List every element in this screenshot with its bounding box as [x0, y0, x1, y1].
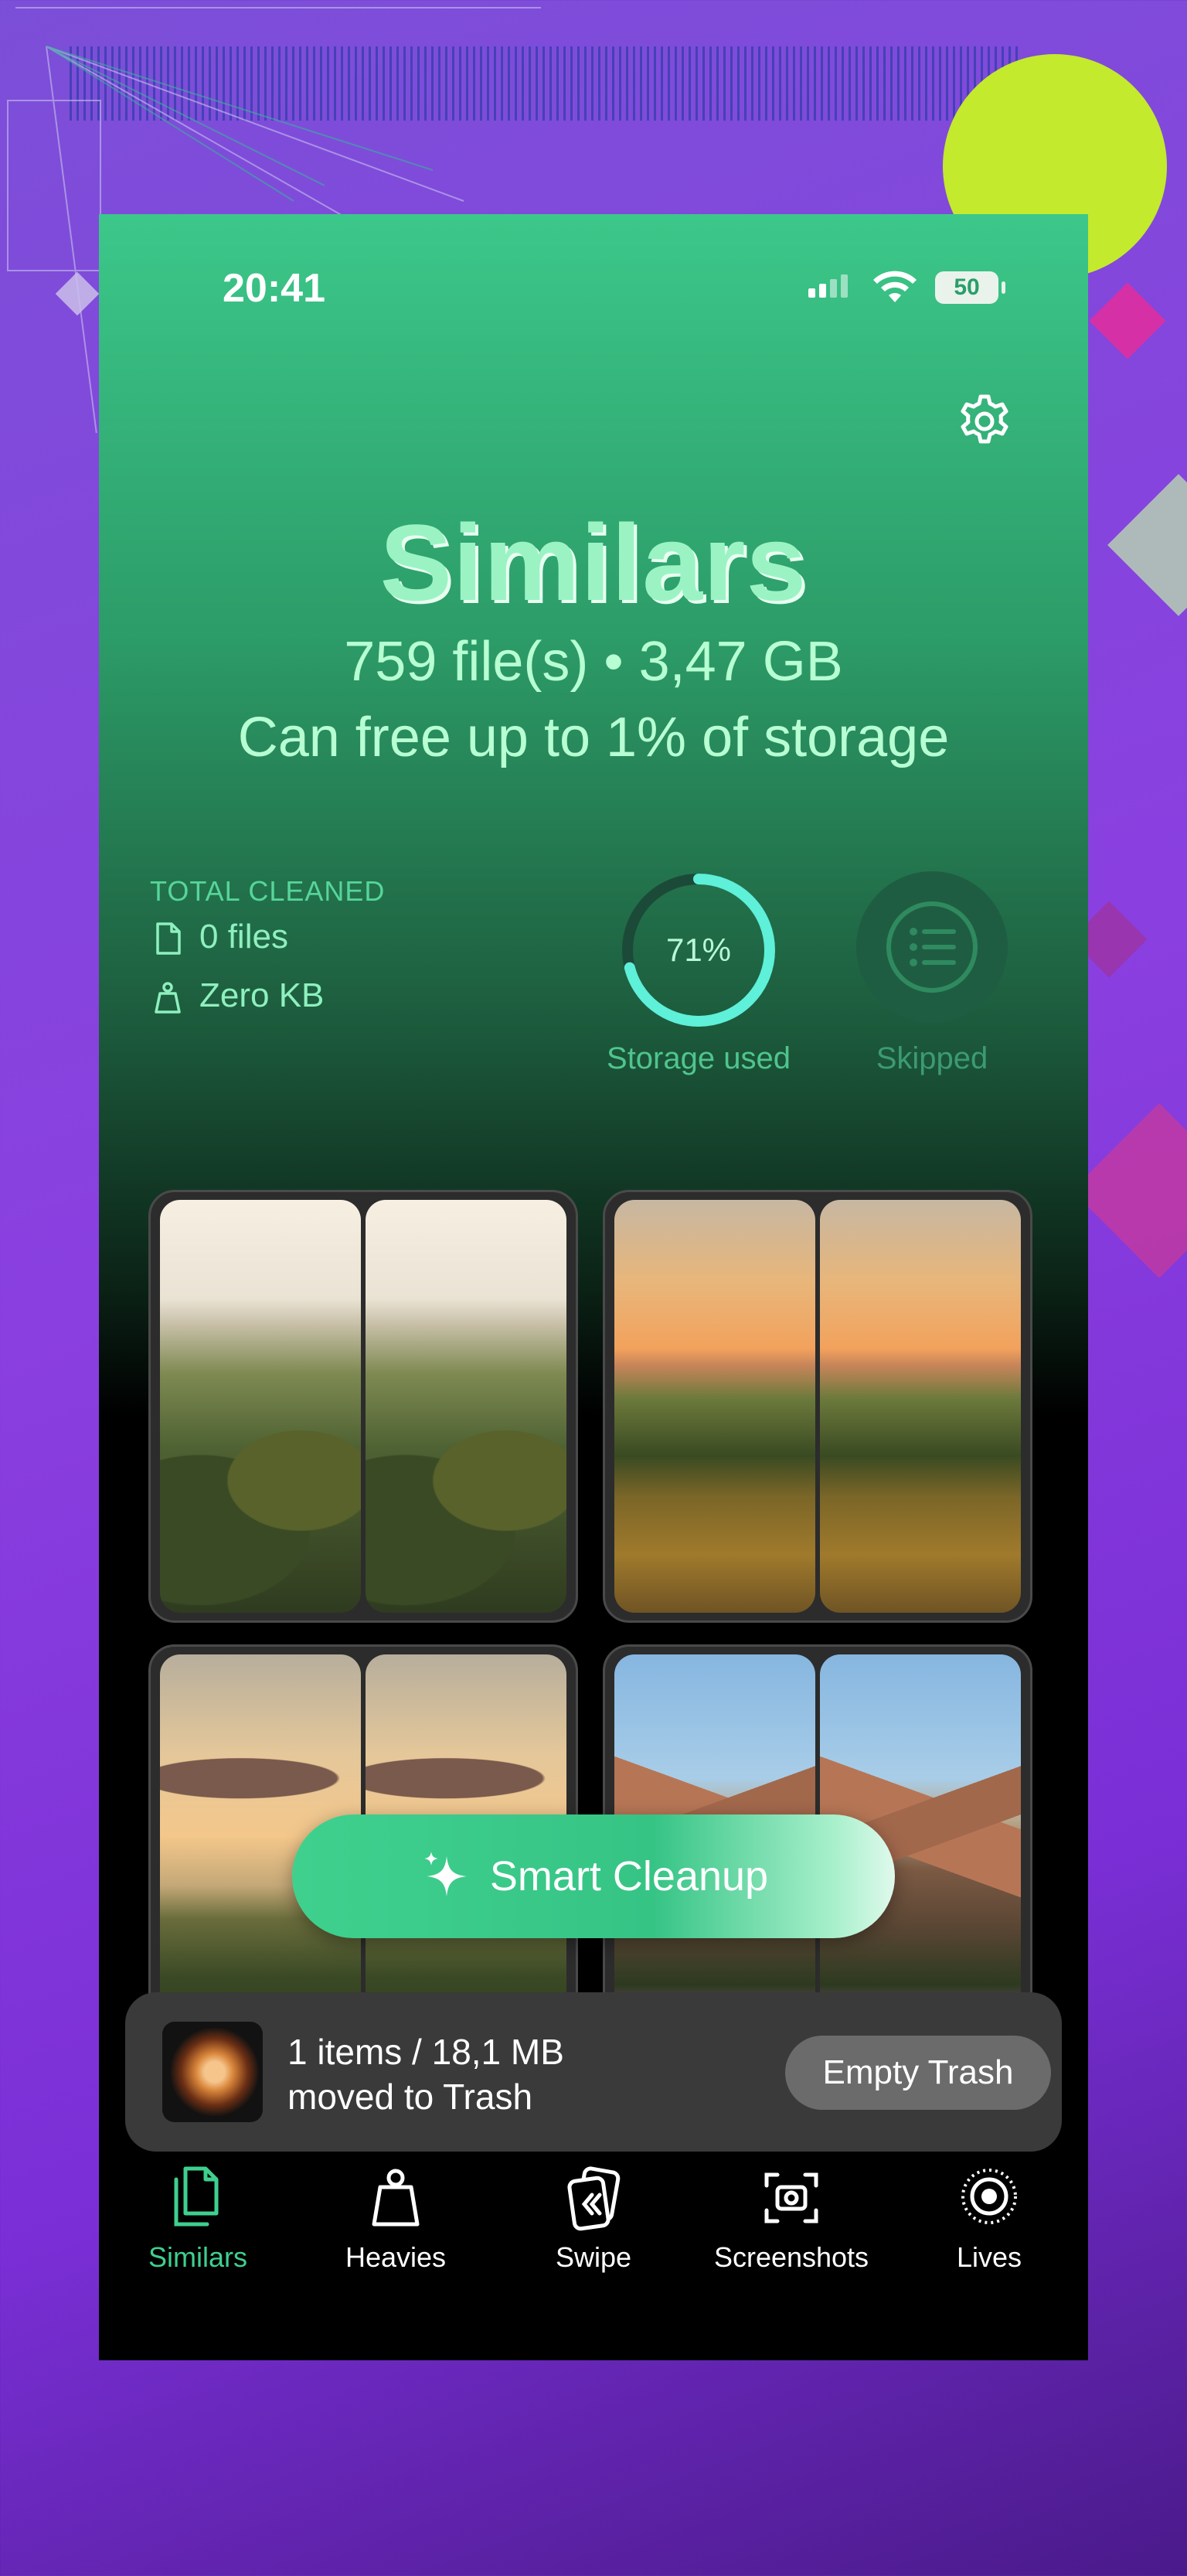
photo-thumbnail — [160, 1200, 361, 1613]
cleaned-size-value: Zero KB — [199, 976, 325, 1014]
photo-thumbnail — [366, 1200, 566, 1613]
similar-group-card[interactable] — [148, 1190, 578, 1623]
tab-similars[interactable]: Similars — [99, 2162, 297, 2274]
wifi-icon — [873, 271, 917, 302]
trash-status: moved to Trash — [287, 2077, 533, 2117]
similar-group-card[interactable] — [603, 1190, 1032, 1623]
page-title: Similars — [379, 502, 808, 623]
total-cleaned-label: TOTAL CLEANED — [150, 875, 386, 907]
status-time: 20:41 — [223, 266, 325, 311]
similars-icon — [174, 2166, 219, 2227]
list-icon — [886, 901, 978, 993]
live-photo-icon — [961, 2169, 1017, 2224]
screenshot-icon — [764, 2172, 818, 2223]
trash-summary: 1 items / 18,1 MB — [287, 2032, 564, 2072]
cleaned-files-row: 0 files — [150, 918, 288, 956]
smart-cleanup-button[interactable]: Smart Cleanup — [292, 1814, 895, 1938]
empty-trash-button[interactable]: Empty Trash — [785, 2036, 1051, 2110]
storage-used-label: Storage used — [607, 1041, 791, 1075]
tab-label: Similars — [148, 2241, 247, 2273]
app-screen: 20:41 50 Similars 759 file(s) • 3,47 GB … — [99, 214, 1088, 2360]
skipped-label: Skipped — [876, 1041, 988, 1075]
decorative-diamond — [1071, 1102, 1187, 1279]
storage-free-note: Can free up to 1% of storage — [237, 707, 950, 768]
status-bar: 20:41 50 — [99, 214, 1088, 311]
tab-screenshots[interactable]: Screenshots — [692, 2162, 890, 2274]
files-summary: 759 file(s) • 3,47 GB — [344, 631, 843, 693]
decorative-diamond — [1107, 474, 1187, 616]
photo-thumbnail — [820, 1200, 1021, 1613]
skipped-button[interactable] — [856, 871, 1008, 1023]
tab-bar: Similars Heavies Swipe Screenshots Lives — [99, 2162, 1088, 2317]
tab-label: Lives — [956, 2241, 1022, 2273]
tab-label: Screenshots — [713, 2241, 869, 2273]
tab-heavies[interactable]: Heavies — [297, 2162, 495, 2274]
tab-label: Swipe — [555, 2241, 632, 2273]
weight-icon — [155, 982, 181, 1014]
document-icon — [156, 922, 181, 956]
tab-label: Heavies — [345, 2241, 447, 2273]
decorative-diamond — [1089, 282, 1166, 359]
trashed-item-thumbnail — [162, 2022, 263, 2122]
tab-swipe[interactable]: Swipe — [495, 2162, 692, 2274]
sparkles-icon — [423, 1851, 467, 1896]
storage-percent: 71% — [665, 932, 732, 968]
cellular-signal-icon — [808, 274, 852, 298]
smart-cleanup-label: Smart Cleanup — [489, 1853, 769, 1900]
weight-icon — [372, 2169, 420, 2227]
settings-gear-icon[interactable] — [954, 390, 1015, 452]
battery-icon: 50 — [935, 271, 1005, 304]
cleaned-size-row: Zero KB — [150, 976, 324, 1015]
swipe-icon — [567, 2166, 621, 2231]
cleaned-files-value: 0 files — [199, 918, 288, 956]
trash-toast: 1 items / 18,1 MB moved to Trash Empty T… — [125, 1992, 1062, 2152]
tab-lives[interactable]: Lives — [890, 2162, 1088, 2274]
photo-thumbnail — [614, 1200, 815, 1613]
